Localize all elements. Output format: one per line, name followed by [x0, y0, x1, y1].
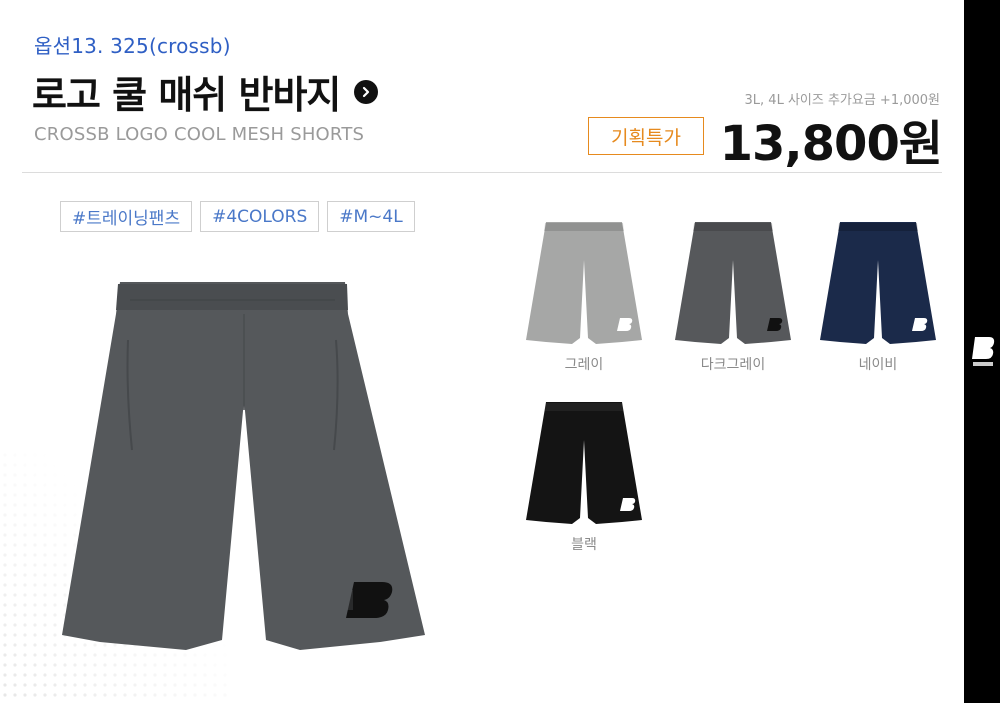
color-option-label: 블랙	[571, 537, 597, 553]
hashtag-list: #트레이닝팬츠 #4COLORS #M~4L	[60, 201, 415, 232]
header-divider	[22, 172, 942, 173]
hashtag[interactable]: #M~4L	[327, 201, 415, 232]
black-shorts-image	[526, 402, 642, 524]
color-option-label: 그레이	[564, 357, 604, 373]
product-detail-page: 옵션13. 325(crossb) 로고 쿨 매쉬 반바지 CROSSB LOG…	[0, 0, 1000, 703]
title-arrow-button[interactable]	[354, 79, 379, 104]
navy-shorts-image	[820, 222, 936, 344]
promo-badge: 기획특가	[588, 117, 704, 155]
product-price: 13,800원	[719, 116, 943, 172]
main-product-image	[0, 282, 425, 703]
crossb-logo-icon	[972, 337, 995, 366]
product-title: 로고 쿨 매쉬 반바지	[32, 73, 341, 117]
option-label: 옵션13. 325(crossb)	[34, 34, 231, 58]
color-option-black[interactable]: 블랙	[514, 400, 654, 554]
color-option-navy[interactable]: 네이비	[808, 220, 948, 374]
color-option-label: 네이비	[858, 357, 898, 373]
color-option-label: 다크그레이	[700, 357, 766, 373]
darkgray-shorts-image	[675, 222, 791, 344]
title-row: 로고 쿨 매쉬 반바지	[32, 64, 379, 119]
color-option-darkgray[interactable]: 다크그레이	[663, 220, 803, 374]
product-subtitle: CROSSB LOGO COOL MESH SHORTS	[34, 124, 365, 145]
chevron-right-icon	[363, 86, 370, 97]
color-option-gray[interactable]: 그레이	[514, 220, 654, 374]
hashtag[interactable]: #트레이닝팬츠	[60, 201, 193, 232]
hashtag[interactable]: #4COLORS	[200, 201, 320, 232]
gray-shorts-image	[526, 222, 642, 344]
